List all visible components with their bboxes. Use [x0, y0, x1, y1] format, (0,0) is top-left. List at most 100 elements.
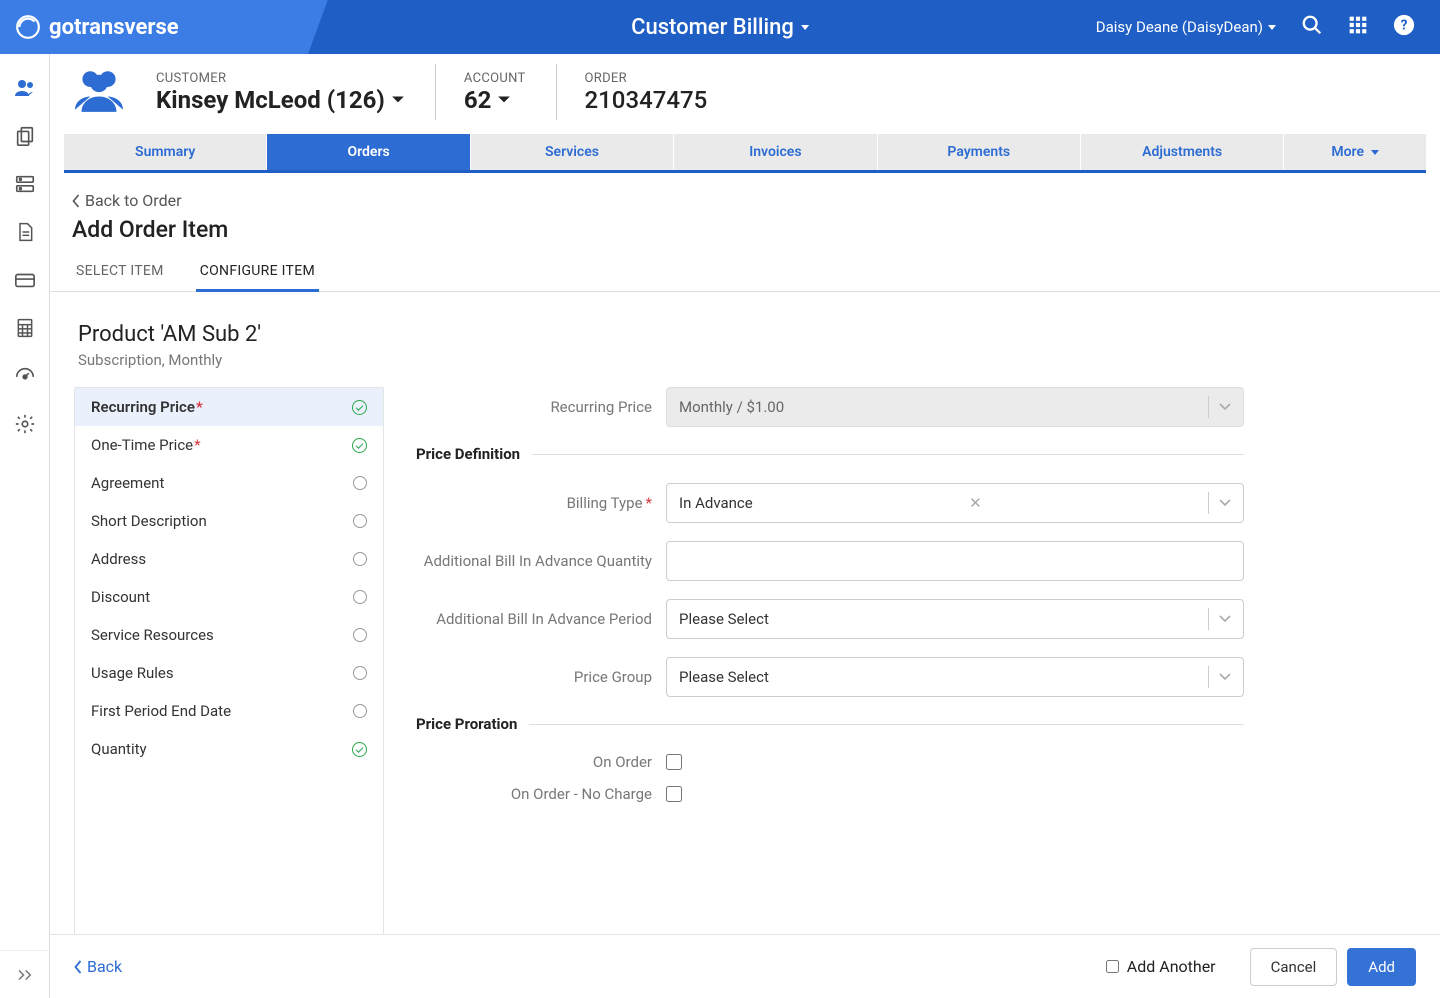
section-label: Agreement [91, 474, 164, 492]
rail-expand-icon[interactable] [0, 950, 50, 998]
section-one-time-price[interactable]: One-Time Price* [75, 426, 383, 464]
rail-dashboard-icon[interactable] [0, 352, 50, 400]
add-another-checkbox-label[interactable]: Add Another [1106, 957, 1216, 976]
recurring-price-select[interactable]: Monthly / $1.00 [666, 387, 1244, 427]
help-icon[interactable]: ? [1393, 14, 1415, 40]
caret-down-icon [801, 25, 809, 30]
section-agreement[interactable]: Agreement [75, 464, 383, 502]
section-usage-rules[interactable]: Usage Rules [75, 654, 383, 692]
caret-down-icon [1371, 150, 1379, 155]
subtab-select-item[interactable]: SELECT ITEM [72, 255, 168, 292]
section-label: Service Resources [91, 626, 214, 644]
chevron-left-icon [72, 194, 81, 208]
on-order-nocharge-label: On Order - No Charge [416, 785, 666, 803]
caret-down-icon [1268, 25, 1276, 30]
addl-period-value: Please Select [679, 610, 769, 628]
back-to-order-text: Back to Order [85, 191, 182, 210]
addl-qty-input[interactable] [666, 541, 1244, 581]
price-group-select[interactable]: Please Select [666, 657, 1244, 697]
topbar-right: Daisy Deane (DaisyDean) ? [1096, 14, 1440, 40]
back-button[interactable]: Back [74, 957, 122, 976]
account-dropdown[interactable]: 62 [464, 86, 526, 114]
section-label: One-Time Price [91, 436, 193, 454]
brand-logo[interactable]: gotransverse [0, 0, 380, 54]
account-value-text: 62 [464, 86, 492, 114]
section-label: First Period End Date [91, 702, 231, 720]
divider [532, 454, 1244, 455]
user-menu[interactable]: Daisy Deane (DaisyDean) [1096, 18, 1276, 36]
section-label: Usage Rules [91, 664, 174, 682]
account-block: ACCOUNT 62 [435, 64, 526, 120]
rail-calculator-icon[interactable] [0, 304, 50, 352]
customer-name-dropdown[interactable]: Kinsey McLeod (126) [156, 86, 405, 114]
tab-payments[interactable]: Payments [878, 134, 1081, 170]
status-complete-icon [352, 400, 367, 415]
rail-copy-icon[interactable] [0, 112, 50, 160]
svg-text:?: ? [1401, 18, 1408, 34]
rail-document-icon[interactable] [0, 208, 50, 256]
billing-type-value: In Advance [679, 494, 753, 512]
form-scroll[interactable]: Product 'AM Sub 2' Subscription, Monthly… [64, 292, 1426, 934]
price-definition-label: Price Definition [416, 445, 532, 463]
rail-customers-icon[interactable] [0, 64, 50, 112]
search-icon[interactable] [1301, 14, 1323, 40]
section-recurring-price[interactable]: Recurring Price* [75, 388, 383, 426]
rail-card-icon[interactable] [0, 256, 50, 304]
tab-summary[interactable]: Summary [64, 134, 267, 170]
chevron-down-icon [1208, 396, 1231, 418]
section-quantity[interactable]: Quantity [75, 730, 383, 768]
wizard-footer: Back Add Another Cancel Add [50, 934, 1440, 998]
price-group-value: Please Select [679, 668, 769, 686]
back-to-order-link[interactable]: Back to Order [50, 173, 1440, 216]
section-discount[interactable]: Discount [75, 578, 383, 616]
section-short-description[interactable]: Short Description [75, 502, 383, 540]
add-button[interactable]: Add [1347, 948, 1416, 986]
section-label: Address [91, 550, 146, 568]
order-block: ORDER 210347475 [556, 64, 708, 120]
account-label: ACCOUNT [464, 71, 526, 86]
back-label: Back [87, 957, 122, 976]
add-another-checkbox[interactable] [1106, 960, 1119, 973]
section-first-period-end-date[interactable]: First Period End Date [75, 692, 383, 730]
tab-services[interactable]: Services [471, 134, 674, 170]
status-empty-icon [353, 514, 367, 528]
caret-down-icon [391, 95, 405, 105]
customer-name-text: Kinsey McLeod (126) [156, 86, 385, 114]
product-subtitle: Subscription, Monthly [74, 347, 1416, 387]
tab-more[interactable]: More [1284, 134, 1426, 170]
section-service-resources[interactable]: Service Resources [75, 616, 383, 654]
add-another-text: Add Another [1127, 957, 1216, 976]
rail-settings-icon[interactable] [0, 400, 50, 448]
order-value: 210347475 [585, 86, 708, 114]
price-definition-header: Price Definition [416, 445, 1244, 463]
section-address[interactable]: Address [75, 540, 383, 578]
chevron-down-icon [1208, 492, 1231, 514]
addl-period-select[interactable]: Please Select [666, 599, 1244, 639]
price-group-label: Price Group [416, 668, 666, 686]
tab-invoices[interactable]: Invoices [674, 134, 877, 170]
cancel-button[interactable]: Cancel [1250, 948, 1338, 986]
subtab-configure-item[interactable]: CONFIGURE ITEM [196, 255, 319, 292]
main-tabs: Summary Orders Services Invoices Payment… [64, 134, 1426, 173]
tab-adjustments[interactable]: Adjustments [1081, 134, 1284, 170]
apps-grid-icon[interactable] [1348, 15, 1368, 39]
status-empty-icon [353, 552, 367, 566]
form-fields: Recurring Price Monthly / $1.00 Price De [384, 387, 1244, 934]
module-title[interactable]: Customer Billing [631, 15, 809, 40]
recurring-price-value: Monthly / $1.00 [679, 398, 784, 416]
add-label: Add [1368, 958, 1395, 976]
tab-orders[interactable]: Orders [267, 134, 470, 170]
on-order-nocharge-checkbox[interactable] [666, 786, 682, 802]
rail-server-icon[interactable] [0, 160, 50, 208]
status-empty-icon [353, 666, 367, 680]
billing-type-select[interactable]: In Advance ✕ [666, 483, 1244, 523]
chevron-down-icon [1208, 608, 1231, 630]
section-label: Short Description [91, 512, 207, 530]
addl-period-label: Additional Bill In Advance Period [416, 610, 666, 628]
section-list: Recurring Price* One-Time Price* Agreeme… [74, 387, 384, 934]
two-column: Recurring Price* One-Time Price* Agreeme… [74, 387, 1416, 934]
chevron-left-icon [74, 960, 83, 974]
chevron-down-icon [1208, 666, 1231, 688]
clear-icon[interactable]: ✕ [969, 494, 992, 512]
on-order-checkbox[interactable] [666, 754, 682, 770]
